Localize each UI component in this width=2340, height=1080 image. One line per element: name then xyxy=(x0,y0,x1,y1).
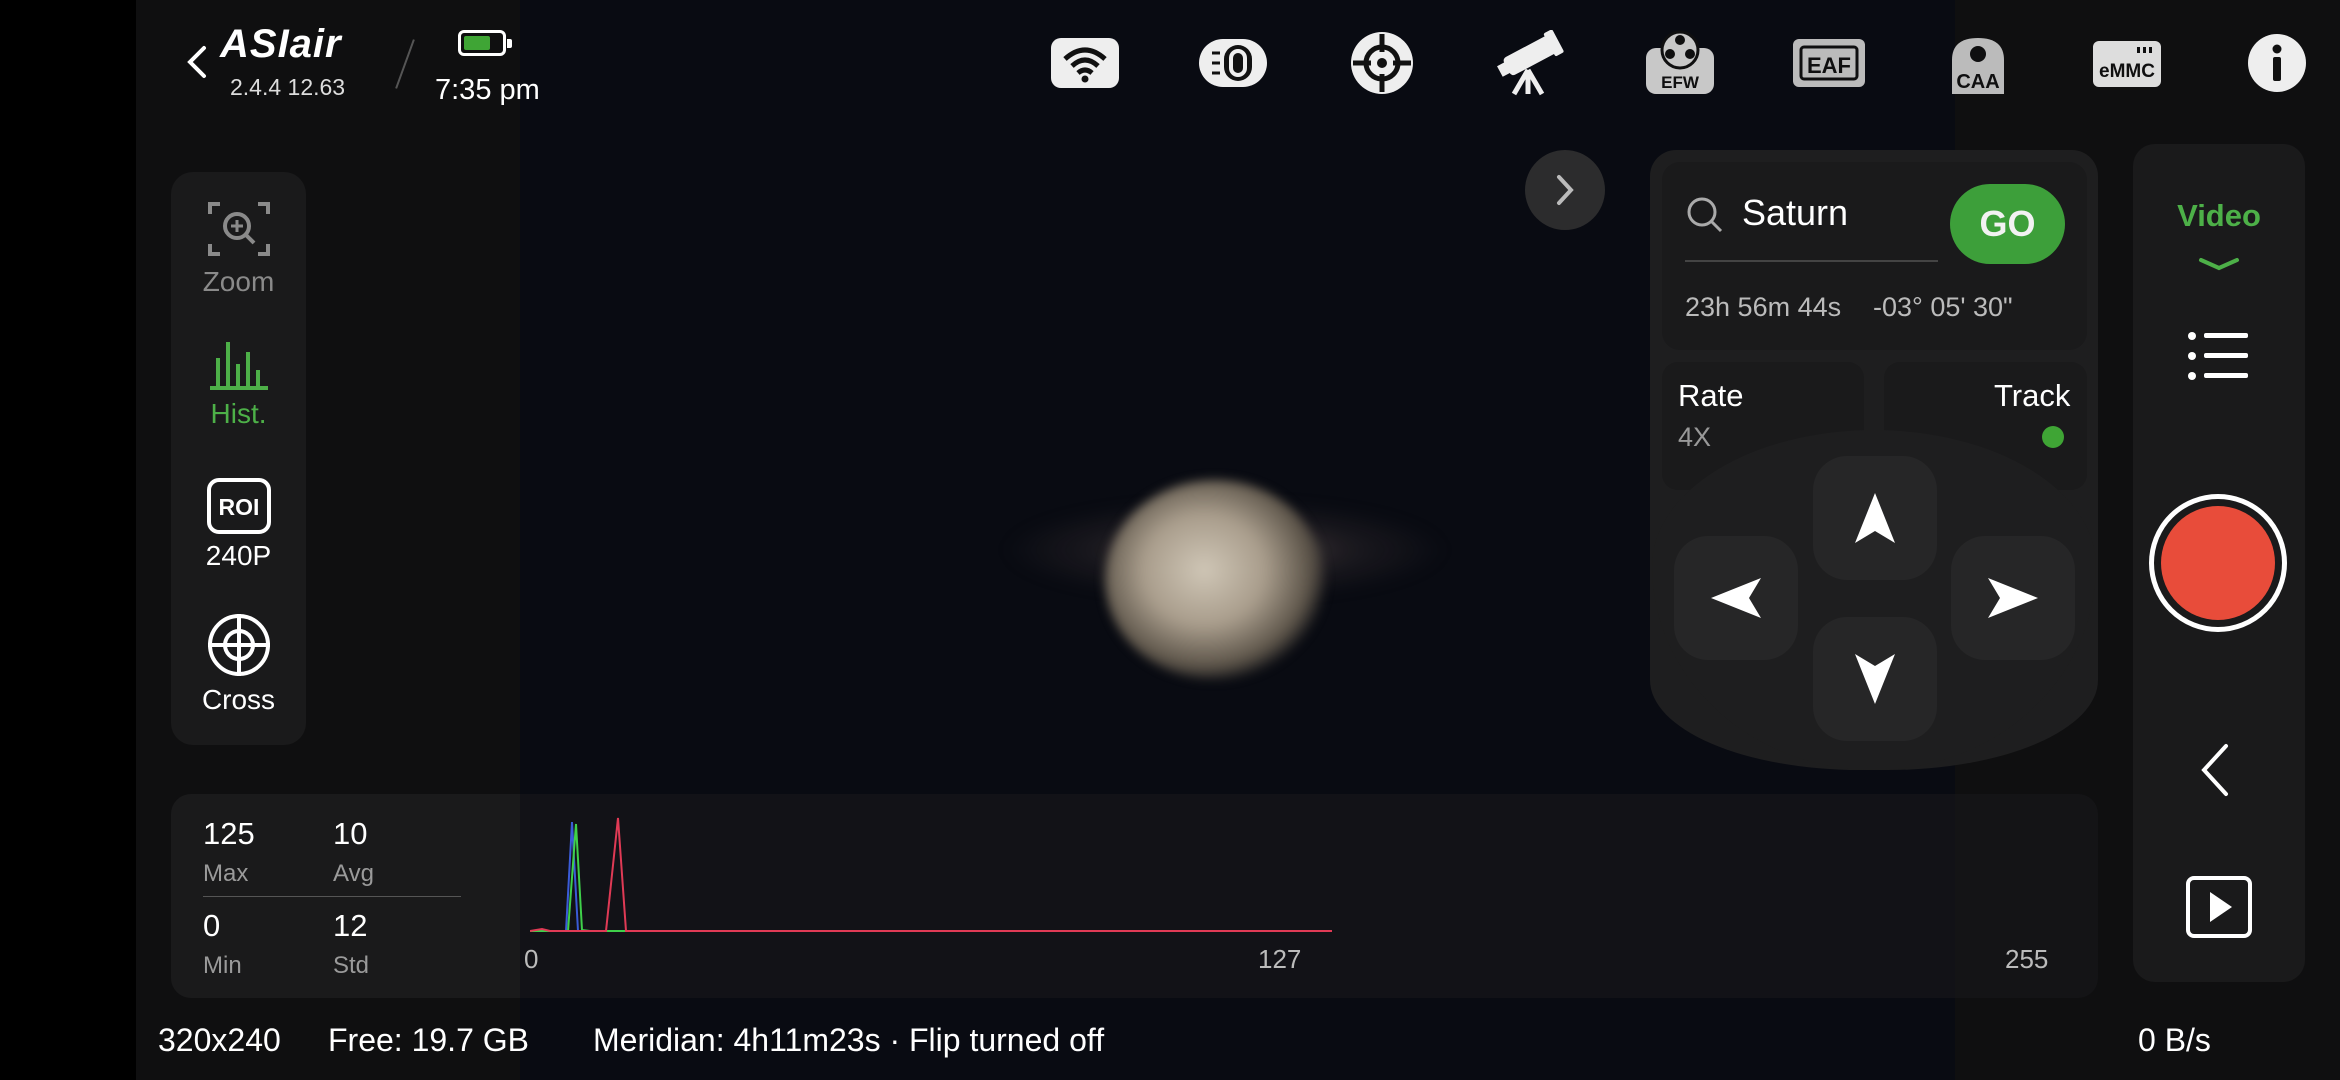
histogram-axis-start: 0 xyxy=(524,944,539,974)
crosshair-label: Cross xyxy=(201,684,276,715)
histogram-green-channel xyxy=(530,823,1332,932)
slew-down-button[interactable] xyxy=(1813,617,1937,741)
stat-std-label: Std xyxy=(333,952,370,979)
efw-icon: EFW xyxy=(1646,30,1714,94)
status-meridian: Meridian: 4h11m23s · Flip turned off xyxy=(593,1022,1105,1058)
zoom-label: Zoom xyxy=(202,266,275,297)
efw-button[interactable]: EFW xyxy=(1640,30,1720,96)
app-version: 2.4.4 12.63 xyxy=(230,74,346,100)
arrow-left-icon xyxy=(1711,578,1761,618)
telescope-icon xyxy=(1497,30,1564,96)
arrow-down-icon xyxy=(1855,654,1895,704)
guide-button[interactable] xyxy=(1342,30,1422,96)
playback-button[interactable] xyxy=(2186,876,2252,938)
guide-target-icon xyxy=(1351,32,1413,94)
battery-icon xyxy=(458,30,512,56)
chevron-right-icon xyxy=(1557,175,1574,205)
svg-text:EFW: EFW xyxy=(1661,73,1700,92)
status-resolution: 320x240 xyxy=(158,1022,281,1058)
roi-icon: ROI xyxy=(206,478,271,534)
stat-max-value: 125 xyxy=(203,816,255,851)
histogram-red-channel xyxy=(530,817,1332,932)
list-icon xyxy=(2188,332,2248,380)
chevron-left-icon xyxy=(187,46,206,78)
saturn-planet xyxy=(1105,480,1325,680)
stat-min-value: 0 xyxy=(203,908,221,943)
back-button[interactable] xyxy=(182,42,212,82)
zoom-tool[interactable]: Zoom xyxy=(171,198,306,298)
stat-avg-label: Avg xyxy=(333,860,374,887)
target-search-input[interactable]: Saturn xyxy=(1742,192,1936,234)
eaf-button[interactable]: EAF xyxy=(1789,30,1869,96)
camera-button[interactable] xyxy=(1193,30,1273,96)
record-icon xyxy=(2161,506,2275,620)
stat-min-label: Min xyxy=(203,952,242,979)
slew-left-button[interactable] xyxy=(1674,536,1798,660)
svg-text:CAA: CAA xyxy=(1956,71,1999,93)
roi-value: 240P xyxy=(205,540,272,571)
stat-std-value: 12 xyxy=(333,908,368,943)
capture-mode-selector[interactable]: Video xyxy=(2133,198,2305,234)
caa-button[interactable]: CAA xyxy=(1938,30,2018,96)
search-icon xyxy=(1687,197,1723,233)
slew-up-button[interactable] xyxy=(1813,456,1937,580)
histogram-icon xyxy=(209,342,268,390)
emmc-icon: eMMC xyxy=(2093,41,2161,87)
info-button[interactable] xyxy=(2237,30,2317,96)
wifi-button[interactable] xyxy=(1045,30,1125,96)
search-underline xyxy=(1685,260,1938,262)
info-icon xyxy=(2248,34,2306,92)
track-status-indicator xyxy=(2042,426,2064,448)
arrow-up-icon xyxy=(1855,493,1895,543)
record-button[interactable] xyxy=(2149,494,2287,632)
list-button[interactable] xyxy=(2186,328,2252,384)
rate-label: Rate xyxy=(1678,378,1744,413)
telescope-button[interactable] xyxy=(1490,30,1570,96)
app-logo: ASIair xyxy=(220,22,342,66)
svg-text:EAF: EAF xyxy=(1807,53,1851,78)
emmc-button[interactable]: eMMC xyxy=(2087,30,2167,96)
expand-panel-button[interactable] xyxy=(1525,150,1605,230)
caa-icon: CAA xyxy=(1952,38,2004,94)
camera-icon xyxy=(1199,39,1267,87)
histogram-blue-channel xyxy=(530,821,1332,932)
slew-right-button[interactable] xyxy=(1951,536,2075,660)
status-transfer-rate: 0 B/s xyxy=(2138,1022,2211,1058)
histogram-graph xyxy=(530,817,1332,932)
histogram-tool[interactable]: Hist. xyxy=(171,338,306,430)
rate-value: 4X xyxy=(1678,422,1712,452)
crosshair-tool[interactable]: Cross xyxy=(171,612,306,716)
target-ra: 23h 56m 44s xyxy=(1685,292,1842,322)
stats-divider xyxy=(203,896,461,897)
histogram-axis-end: 255 xyxy=(2005,944,2049,974)
chevron-down-icon xyxy=(2199,258,2239,271)
status-free-space: Free: 19.7 GB xyxy=(328,1022,529,1058)
svg-text:eMMC: eMMC xyxy=(2099,61,2155,82)
stat-avg-value: 10 xyxy=(333,816,368,851)
zoom-icon xyxy=(207,202,270,256)
clock: 7:35 pm xyxy=(435,74,540,106)
eaf-icon: EAF xyxy=(1793,39,1865,87)
crosshair-icon xyxy=(207,614,270,676)
histogram-axis-mid: 127 xyxy=(1258,944,1302,974)
histogram-label: Hist. xyxy=(210,398,267,429)
svg-text:ROI: ROI xyxy=(218,494,259,520)
wifi-icon xyxy=(1051,38,1119,88)
goto-button[interactable]: GO xyxy=(1950,184,2065,264)
track-label: Track xyxy=(1994,378,2071,413)
stat-max-label: Max xyxy=(203,860,249,887)
collapse-button[interactable] xyxy=(2196,740,2236,800)
chevron-left-icon xyxy=(2201,744,2228,796)
play-icon xyxy=(2186,876,2252,938)
arrow-right-icon xyxy=(1988,578,2038,618)
roi-tool[interactable]: ROI 240P xyxy=(171,478,306,572)
target-dec: -03° 05' 30" xyxy=(1873,292,2013,322)
